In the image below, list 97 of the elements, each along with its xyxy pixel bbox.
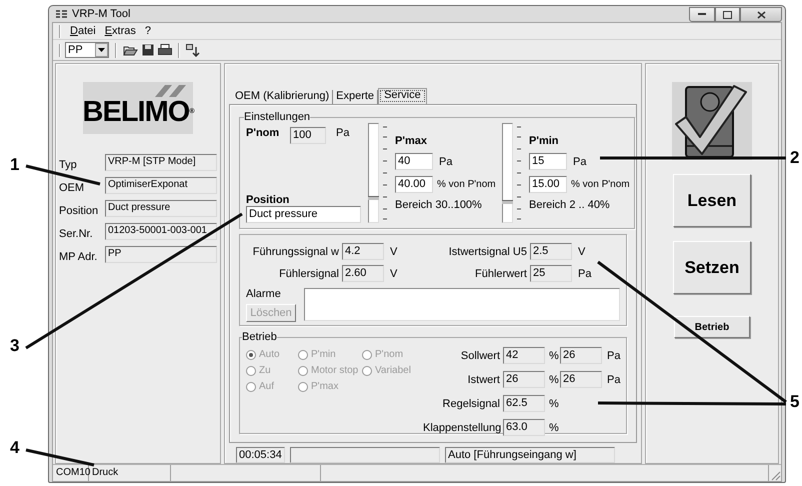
group-title: Betrieb xyxy=(242,331,277,343)
text-field[interactable]: 2.60 xyxy=(342,265,384,282)
window-title: VRP-M Tool xyxy=(72,8,130,20)
field-label: Typ xyxy=(59,159,78,171)
unit-label: Pa xyxy=(606,350,622,362)
field-label: Klappenstellung xyxy=(423,422,502,434)
range-label: Bereich 2 .. 40% xyxy=(529,199,611,211)
menu-item[interactable]: ? xyxy=(144,25,152,37)
field-label: Position xyxy=(246,194,290,206)
action-button[interactable]: Setzen xyxy=(673,241,751,294)
unit-label: % xyxy=(548,422,560,434)
field-label: MP Adr. xyxy=(59,251,98,263)
unit-label: % xyxy=(548,374,560,386)
text-field[interactable]: 2.5 xyxy=(530,243,572,260)
text-field[interactable]: PP xyxy=(105,246,217,263)
text-field[interactable]: 26 xyxy=(560,371,602,388)
logo-text: BELIMO$^{®}$ xyxy=(82,97,194,127)
app-icon xyxy=(55,9,68,19)
callout-number: 4 xyxy=(10,438,20,458)
unit-label: % xyxy=(548,350,560,362)
text-field[interactable]: VRP-M [STP Mode] xyxy=(105,154,217,171)
unit-label: % von P'nom xyxy=(436,179,496,190)
slider-thumb[interactable] xyxy=(502,200,513,204)
menu-item[interactable]: Datei xyxy=(70,25,96,37)
unit-label: Pa xyxy=(606,374,622,386)
text-field[interactable]: 40.00 xyxy=(395,176,433,193)
field-label: Regelsignal xyxy=(442,398,501,410)
status-field: Auto [Führungseingang w] xyxy=(445,447,615,463)
status-field: 00:05:34 xyxy=(236,447,285,463)
unit-label: Pa xyxy=(438,156,452,168)
vertical-slider[interactable] xyxy=(368,123,390,223)
caret-icon xyxy=(98,48,105,52)
text-field[interactable]: 62.5 xyxy=(503,395,545,412)
minimize-icon xyxy=(698,13,706,16)
leader-line xyxy=(26,448,94,466)
field-label: Sollwert xyxy=(460,350,501,362)
menu-item[interactable]: Extras xyxy=(104,25,136,37)
field-label: P'max xyxy=(395,135,428,147)
field-label: Alarme xyxy=(246,288,282,300)
field-label: OEM xyxy=(59,182,86,194)
text-field[interactable]: OptimiserExponat xyxy=(105,177,217,194)
resize-grip-icon[interactable] xyxy=(769,469,781,481)
field-label: Fühlersignal xyxy=(278,268,340,280)
range-label: Bereich 30..100% xyxy=(395,199,483,211)
transfer-icon[interactable] xyxy=(186,44,200,56)
maximize-button[interactable] xyxy=(715,7,740,22)
callout-number: 5 xyxy=(790,392,800,412)
text-field[interactable]: Duct pressure xyxy=(246,206,361,223)
field-label: Position xyxy=(59,205,100,217)
callout-number: 3 xyxy=(10,336,20,356)
unit-label: V xyxy=(577,246,586,258)
text-field[interactable]: 42 xyxy=(503,347,545,364)
unit-label: Pa xyxy=(335,127,350,139)
text-field[interactable]: Duct pressure xyxy=(105,200,217,217)
text-field[interactable]: 25 xyxy=(530,265,572,282)
field-label: Istwert xyxy=(466,374,501,386)
unit-label: V xyxy=(389,268,398,280)
save-icon[interactable] xyxy=(142,44,154,56)
action-button[interactable]: Betrieb xyxy=(674,316,750,338)
status-text: COM10 xyxy=(53,465,89,481)
minimize-button[interactable] xyxy=(689,7,715,22)
text-field[interactable]: 40 xyxy=(395,153,433,170)
action-button[interactable]: Lesen xyxy=(673,174,751,227)
text-field[interactable]: 100 xyxy=(290,127,326,144)
field-label: P'min xyxy=(529,135,560,147)
print-icon[interactable] xyxy=(158,44,172,56)
field-label: Führungssignal w xyxy=(252,246,340,258)
close-button[interactable] xyxy=(740,7,782,22)
unit-label: V xyxy=(389,246,398,258)
field-label: Fühlerwert xyxy=(474,268,528,280)
field-label: P'nom xyxy=(246,127,280,139)
status-text: Druck xyxy=(89,465,171,481)
field-label: Istwertsignal U5 xyxy=(448,246,528,258)
slider-thumb[interactable] xyxy=(368,196,379,200)
text-field[interactable]: 63.0 xyxy=(503,419,545,436)
tab[interactable]: Service xyxy=(378,88,427,104)
close-icon xyxy=(756,10,766,18)
tab[interactable]: OEM (Kalibrierung) xyxy=(232,90,334,104)
callout-number: 1 xyxy=(10,155,20,175)
text-field[interactable]: 26 xyxy=(503,371,545,388)
text-field[interactable]: 01203-50001-003-001 xyxy=(105,223,217,240)
unit-label: % xyxy=(548,398,560,410)
vertical-slider[interactable] xyxy=(502,123,524,223)
text-field[interactable]: 26 xyxy=(560,347,602,364)
unit-label: Pa xyxy=(577,268,592,280)
field-label: Ser.Nr. xyxy=(59,228,94,240)
alarm-list[interactable] xyxy=(304,288,620,321)
callout-number: 2 xyxy=(790,148,800,168)
maximize-icon xyxy=(723,10,732,18)
unit-label: % von P'nom xyxy=(570,179,630,190)
text-field[interactable]: 15.00 xyxy=(529,176,567,193)
text-field[interactable]: 4.2 xyxy=(342,243,384,260)
unit-label: Pa xyxy=(572,156,586,168)
text-field[interactable]: 15 xyxy=(529,153,567,170)
group-title: Einstellungen xyxy=(244,111,310,123)
open-folder-icon[interactable] xyxy=(123,44,138,56)
device-dropdown[interactable]: PP xyxy=(65,42,109,58)
